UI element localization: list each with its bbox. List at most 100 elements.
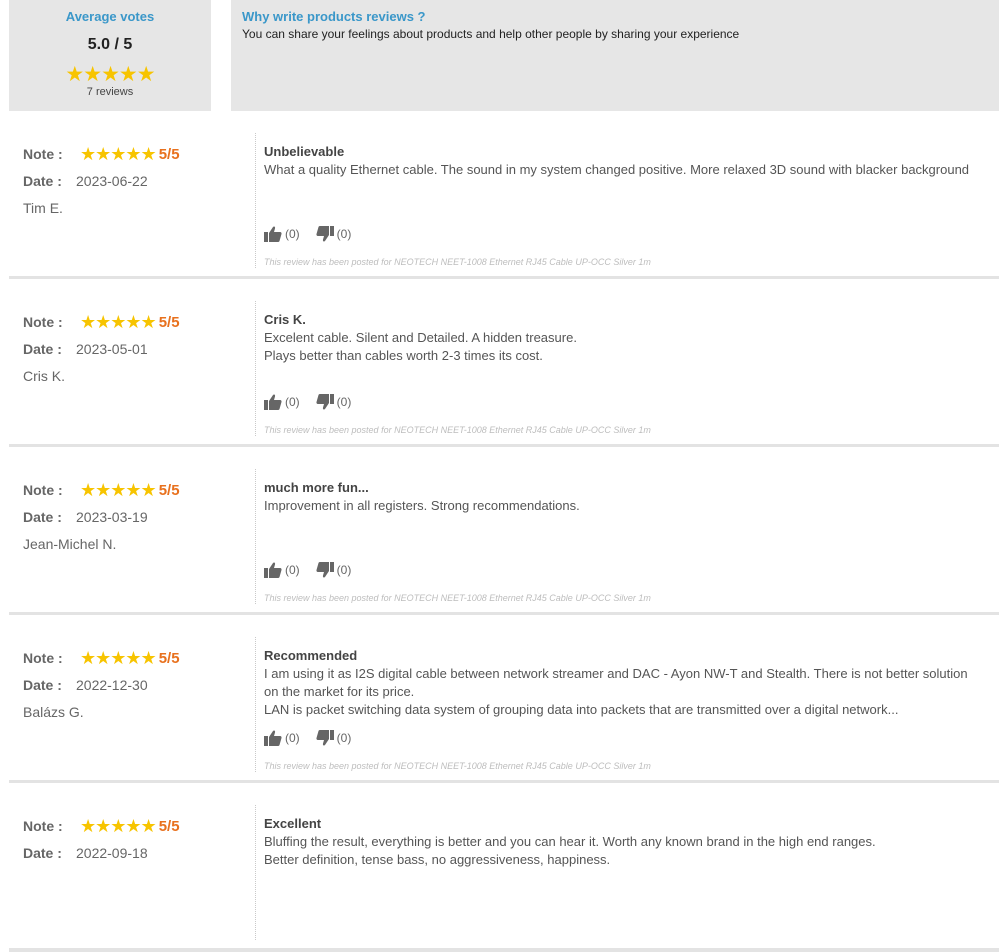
review-stars: ★★★★★ — [80, 312, 157, 332]
dislike-count: (0) — [336, 227, 352, 241]
review-body: Bluffing the result, everything is bette… — [264, 833, 999, 869]
dislike-button[interactable]: (0) — [316, 562, 352, 578]
why-write-reviews-panel: Why write products reviews ? You can sha… — [231, 0, 999, 111]
date-label: Date : — [23, 677, 62, 693]
review-divider — [255, 133, 256, 268]
dislike-count: (0) — [336, 563, 352, 577]
review-divider — [255, 469, 256, 604]
review-author: Tim E. — [23, 200, 63, 216]
dislike-count: (0) — [336, 731, 352, 745]
dislike-button[interactable]: (0) — [316, 394, 351, 410]
note-label: Note : — [23, 314, 63, 330]
note-label: Note : — [23, 818, 63, 834]
review-divider — [255, 301, 256, 436]
why-write-reviews-text: You can share your feelings about produc… — [242, 27, 740, 41]
posted-for-note: This review has been posted for NEOTECH … — [264, 593, 651, 603]
posted-for-note: This review has been posted for NEOTECH … — [264, 257, 651, 267]
like-count: (0) — [285, 563, 300, 577]
review-date-row: Date : 2023-06-22 — [23, 173, 148, 189]
review-date-row: Date : 2022-09-18 — [23, 845, 148, 861]
thumbs-up-icon — [264, 226, 282, 242]
thumbs-down-icon — [316, 562, 334, 578]
review-stars: ★★★★★ — [80, 144, 157, 164]
like-count: (0) — [285, 731, 300, 745]
thumbs-up-icon — [264, 730, 282, 746]
date-label: Date : — [23, 845, 62, 861]
review-date-row: Date : 2022-12-30 — [23, 677, 148, 693]
review-text-line: Plays better than cables worth 2-3 times… — [264, 348, 543, 363]
review-votes: (0) (0) — [264, 394, 367, 410]
review-item: Note : ★★★★★ 5/5 Date : 2023-06-22 Tim E. Unbe… — [9, 111, 999, 280]
review-body: I am using it as I2S digital cable betwe… — [264, 665, 999, 719]
review-date-row: Date : 2023-03-19 — [23, 509, 148, 525]
like-count: (0) — [285, 395, 300, 409]
review-rating-row: Note : ★★★★★ 5/5 — [23, 312, 180, 333]
review-rating: 5/5 — [158, 314, 180, 331]
review-date: 2023-05-01 — [76, 341, 148, 357]
review-author: Cris K. — [23, 368, 65, 384]
review-title: Cris K. — [264, 312, 306, 327]
review-text-line: What a quality Ethernet cable. The sound… — [264, 162, 970, 177]
thumbs-up-icon — [264, 394, 282, 410]
review-date-row: Date : 2023-05-01 — [23, 341, 148, 357]
review-votes: (0) (0) — [264, 226, 367, 242]
posted-for-note: This review has been posted for NEOTECH … — [264, 761, 651, 771]
review-item: Note : ★★★★★ 5/5 Date : 2022-09-18 Excellent B… — [9, 783, 999, 952]
review-stars: ★★★★★ — [80, 648, 157, 668]
dislike-button[interactable]: (0) — [316, 730, 352, 746]
review-item: Note : ★★★★★ 5/5 Date : 2022-12-30 Balázs G. R… — [9, 615, 999, 784]
date-label: Date : — [23, 173, 62, 189]
like-button[interactable]: (0) — [264, 226, 300, 242]
review-title: much more fun... — [264, 480, 369, 495]
review-divider — [255, 637, 256, 772]
review-date: 2023-06-22 — [76, 173, 148, 189]
date-label: Date : — [23, 341, 62, 357]
review-text-line: Better definition, tense bass, no aggres… — [264, 852, 611, 867]
like-button[interactable]: (0) — [264, 562, 300, 578]
review-author: Balázs G. — [23, 704, 84, 720]
review-rating: 5/5 — [158, 650, 180, 667]
review-title: Excellent — [264, 816, 322, 831]
review-rating-row: Note : ★★★★★ 5/5 — [23, 144, 180, 165]
review-text-line: I am using it as I2S digital cable betwe… — [264, 666, 968, 681]
posted-for-note: This review has been posted for NEOTECH … — [264, 425, 651, 435]
note-label: Note : — [23, 146, 63, 162]
review-author: Jean-Michel N. — [23, 536, 117, 552]
review-body: Improvement in all registers. Strong rec… — [264, 497, 999, 515]
review-text-line: Excelent cable. Silent and Detailed. A h… — [264, 330, 577, 345]
review-rating: 5/5 — [158, 818, 180, 835]
average-votes-panel: Average votes 5.0 / 5 ★★★★★ 7 reviews — [9, 0, 211, 111]
review-divider — [255, 805, 256, 940]
review-title: Unbelievable — [264, 144, 345, 159]
review-rating: 5/5 — [158, 482, 180, 499]
review-date: 2022-12-30 — [76, 677, 148, 693]
review-rating: 5/5 — [158, 146, 180, 163]
review-rating-row: Note : ★★★★★ 5/5 — [23, 816, 180, 837]
thumbs-down-icon — [316, 226, 334, 242]
review-item: Note : ★★★★★ 5/5 Date : 2023-03-19 Jean-Miche… — [9, 447, 999, 616]
review-rating-row: Note : ★★★★★ 5/5 — [23, 648, 180, 669]
note-label: Note : — [23, 650, 63, 666]
review-text-line: Improvement in all registers. Strong rec… — [264, 498, 580, 513]
review-date: 2023-03-19 — [76, 509, 148, 525]
review-stars: ★★★★★ — [80, 816, 157, 836]
like-button[interactable]: (0) — [264, 394, 300, 410]
note-label: Note : — [23, 482, 63, 498]
date-label: Date : — [23, 509, 62, 525]
review-text-line: LAN is packet switching data system of g… — [264, 702, 899, 717]
review-votes: (0) (0) — [264, 562, 367, 578]
review-body: What a quality Ethernet cable. The sound… — [264, 161, 999, 179]
dislike-button[interactable]: (0) — [316, 226, 352, 242]
review-date: 2022-09-18 — [76, 845, 148, 861]
review-text-line: on the market for its price. — [264, 684, 415, 699]
average-stars: ★★★★★ — [65, 63, 155, 86]
review-text-line: Bluffing the result, everything is bette… — [264, 834, 876, 849]
like-count: (0) — [285, 227, 300, 241]
review-count: 7 reviews — [86, 86, 134, 98]
like-button[interactable]: (0) — [264, 730, 300, 746]
review-rating-row: Note : ★★★★★ 5/5 — [23, 480, 180, 501]
review-votes: (0) (0) — [264, 730, 367, 746]
thumbs-down-icon — [316, 730, 334, 746]
thumbs-down-icon — [316, 394, 334, 410]
review-title: Recommended — [264, 648, 358, 663]
